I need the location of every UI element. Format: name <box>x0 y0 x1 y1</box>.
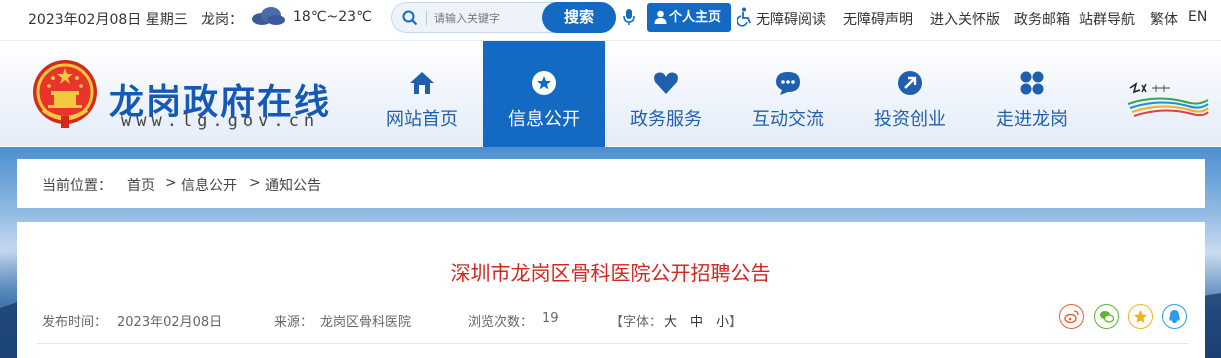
search-button[interactable]: 搜索 <box>542 2 616 33</box>
wechat-icon <box>1100 311 1114 323</box>
star-icon <box>532 71 556 95</box>
microphone-icon[interactable] <box>622 8 636 26</box>
care-mode-link[interactable]: 进入关怀版 <box>930 9 1000 29</box>
cloud-icon <box>252 7 285 25</box>
nav-interaction[interactable]: 互动交流 <box>727 41 849 147</box>
nav-investment-label: 投资创业 <box>874 109 946 130</box>
nav-about-longgang-label: 走进龙岗 <box>996 109 1068 130</box>
source-value: 龙岗区骨科医院 <box>320 315 412 330</box>
traditional-chinese-link[interactable]: 繁体 <box>1150 9 1178 29</box>
chat-icon <box>776 72 800 95</box>
temperature: 18℃~23℃ <box>293 9 372 25</box>
share-qq-button[interactable] <box>1162 304 1187 329</box>
views-label: 浏览次数： <box>468 315 534 330</box>
accessibility-statement-link[interactable]: 无障碍声明 <box>843 9 913 29</box>
nav-info-disclosure-label: 信息公开 <box>508 109 580 130</box>
qq-icon <box>1169 310 1180 323</box>
publish-label: 发布时间： <box>42 315 108 330</box>
views-count: 19 <box>542 311 559 326</box>
breadcrumb-notices[interactable]: 通知公告 <box>265 175 321 195</box>
breadcrumb-separator: > <box>165 175 177 191</box>
grid-icon <box>1020 71 1044 95</box>
qzone-icon <box>1134 310 1147 323</box>
nav-investment[interactable]: 投资创业 <box>849 41 971 147</box>
weather-location: 龙岗： <box>201 12 243 28</box>
current-date: 2023年02月08日 星期三 <box>28 12 188 28</box>
publish-date: 2023年02月08日 <box>117 315 223 330</box>
site-url: www.lg.gov.cn <box>121 111 320 131</box>
font-size-label: 【字体： <box>610 315 663 330</box>
nav-home[interactable]: 网站首页 <box>361 41 483 147</box>
nav-gov-service[interactable]: 政务服务 <box>605 41 727 147</box>
top-utility-bar: 2023年02月08日 星期三 龙岗： 18℃~23℃ 搜索 个人主页 无障碍阅… <box>0 0 1221 36</box>
share-qzone-button[interactable] <box>1128 304 1153 329</box>
user-icon <box>654 10 667 24</box>
personal-homepage-label: 个人主页 <box>669 10 722 25</box>
search-icon[interactable] <box>402 10 418 26</box>
site-group-nav-link[interactable]: 站群导航 <box>1079 9 1135 29</box>
nav-interaction-label: 互动交流 <box>752 109 824 130</box>
font-size-bracket: 】 <box>729 315 743 330</box>
share-weibo-button[interactable] <box>1059 304 1084 329</box>
gov-mailbox-link[interactable]: 政务邮箱 <box>1014 9 1070 29</box>
shenzhen-china-logo[interactable] <box>1126 80 1210 120</box>
breadcrumb-info-disclosure[interactable]: 信息公开 <box>181 175 237 195</box>
breadcrumb: 当前位置： 首页 > 信息公开 > 通知公告 <box>17 159 1205 208</box>
source-label: 来源： <box>274 315 314 330</box>
accessible-reading-link[interactable]: 无障碍阅读 <box>756 9 826 29</box>
nav-info-disclosure[interactable]: 信息公开 <box>483 41 605 147</box>
weibo-icon <box>1064 310 1079 324</box>
nav-home-label: 网站首页 <box>386 109 458 130</box>
nav-about-longgang[interactable]: 走进龙岗 <box>971 41 1093 147</box>
share-wechat-button[interactable] <box>1094 304 1119 329</box>
font-size-medium[interactable]: 中 <box>690 311 703 330</box>
meta-divider <box>37 343 1189 344</box>
english-link[interactable]: EN <box>1188 9 1207 25</box>
wheelchair-icon <box>737 7 751 27</box>
nav-gov-service-label: 政务服务 <box>630 109 702 130</box>
personal-homepage-button[interactable]: 个人主页 <box>647 3 731 32</box>
heart-icon <box>654 72 678 94</box>
national-emblem-logo[interactable] <box>31 58 99 130</box>
search-divider <box>426 11 427 25</box>
article-card <box>17 222 1205 358</box>
search-input[interactable] <box>434 9 534 27</box>
font-size-large[interactable]: 大 <box>664 311 677 330</box>
arrow-icon <box>898 71 922 95</box>
article-title: 深圳市龙岗区骨科医院公开招聘公告 <box>450 261 771 285</box>
breadcrumb-home[interactable]: 首页 <box>127 175 155 195</box>
breadcrumb-prefix: 当前位置： <box>42 178 112 194</box>
breadcrumb-separator: > <box>249 175 261 191</box>
font-size-small[interactable]: 小 <box>716 311 729 330</box>
home-icon <box>410 72 434 94</box>
